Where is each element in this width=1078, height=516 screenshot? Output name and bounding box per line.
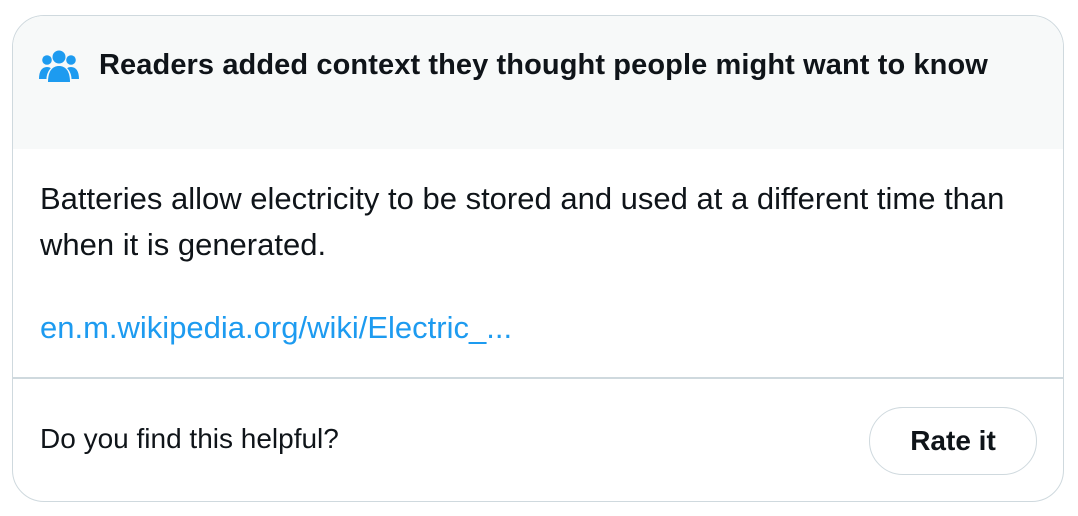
note-body-text: Batteries allow electricity to be stored… [40, 181, 1005, 262]
note-header-title: Readers added context they thought peopl… [99, 49, 988, 81]
rate-it-button[interactable]: Rate it [869, 407, 1037, 475]
source-link[interactable]: en.m.wikipedia.org/wiki/Electric_... [40, 308, 512, 348]
note-header: Readers added context they thought peopl… [13, 16, 1063, 149]
community-note-card: Readers added context they thought peopl… [12, 15, 1064, 502]
people-group-icon [39, 50, 79, 82]
divider [13, 377, 1063, 379]
helpful-question: Do you find this helpful? [40, 423, 339, 454]
